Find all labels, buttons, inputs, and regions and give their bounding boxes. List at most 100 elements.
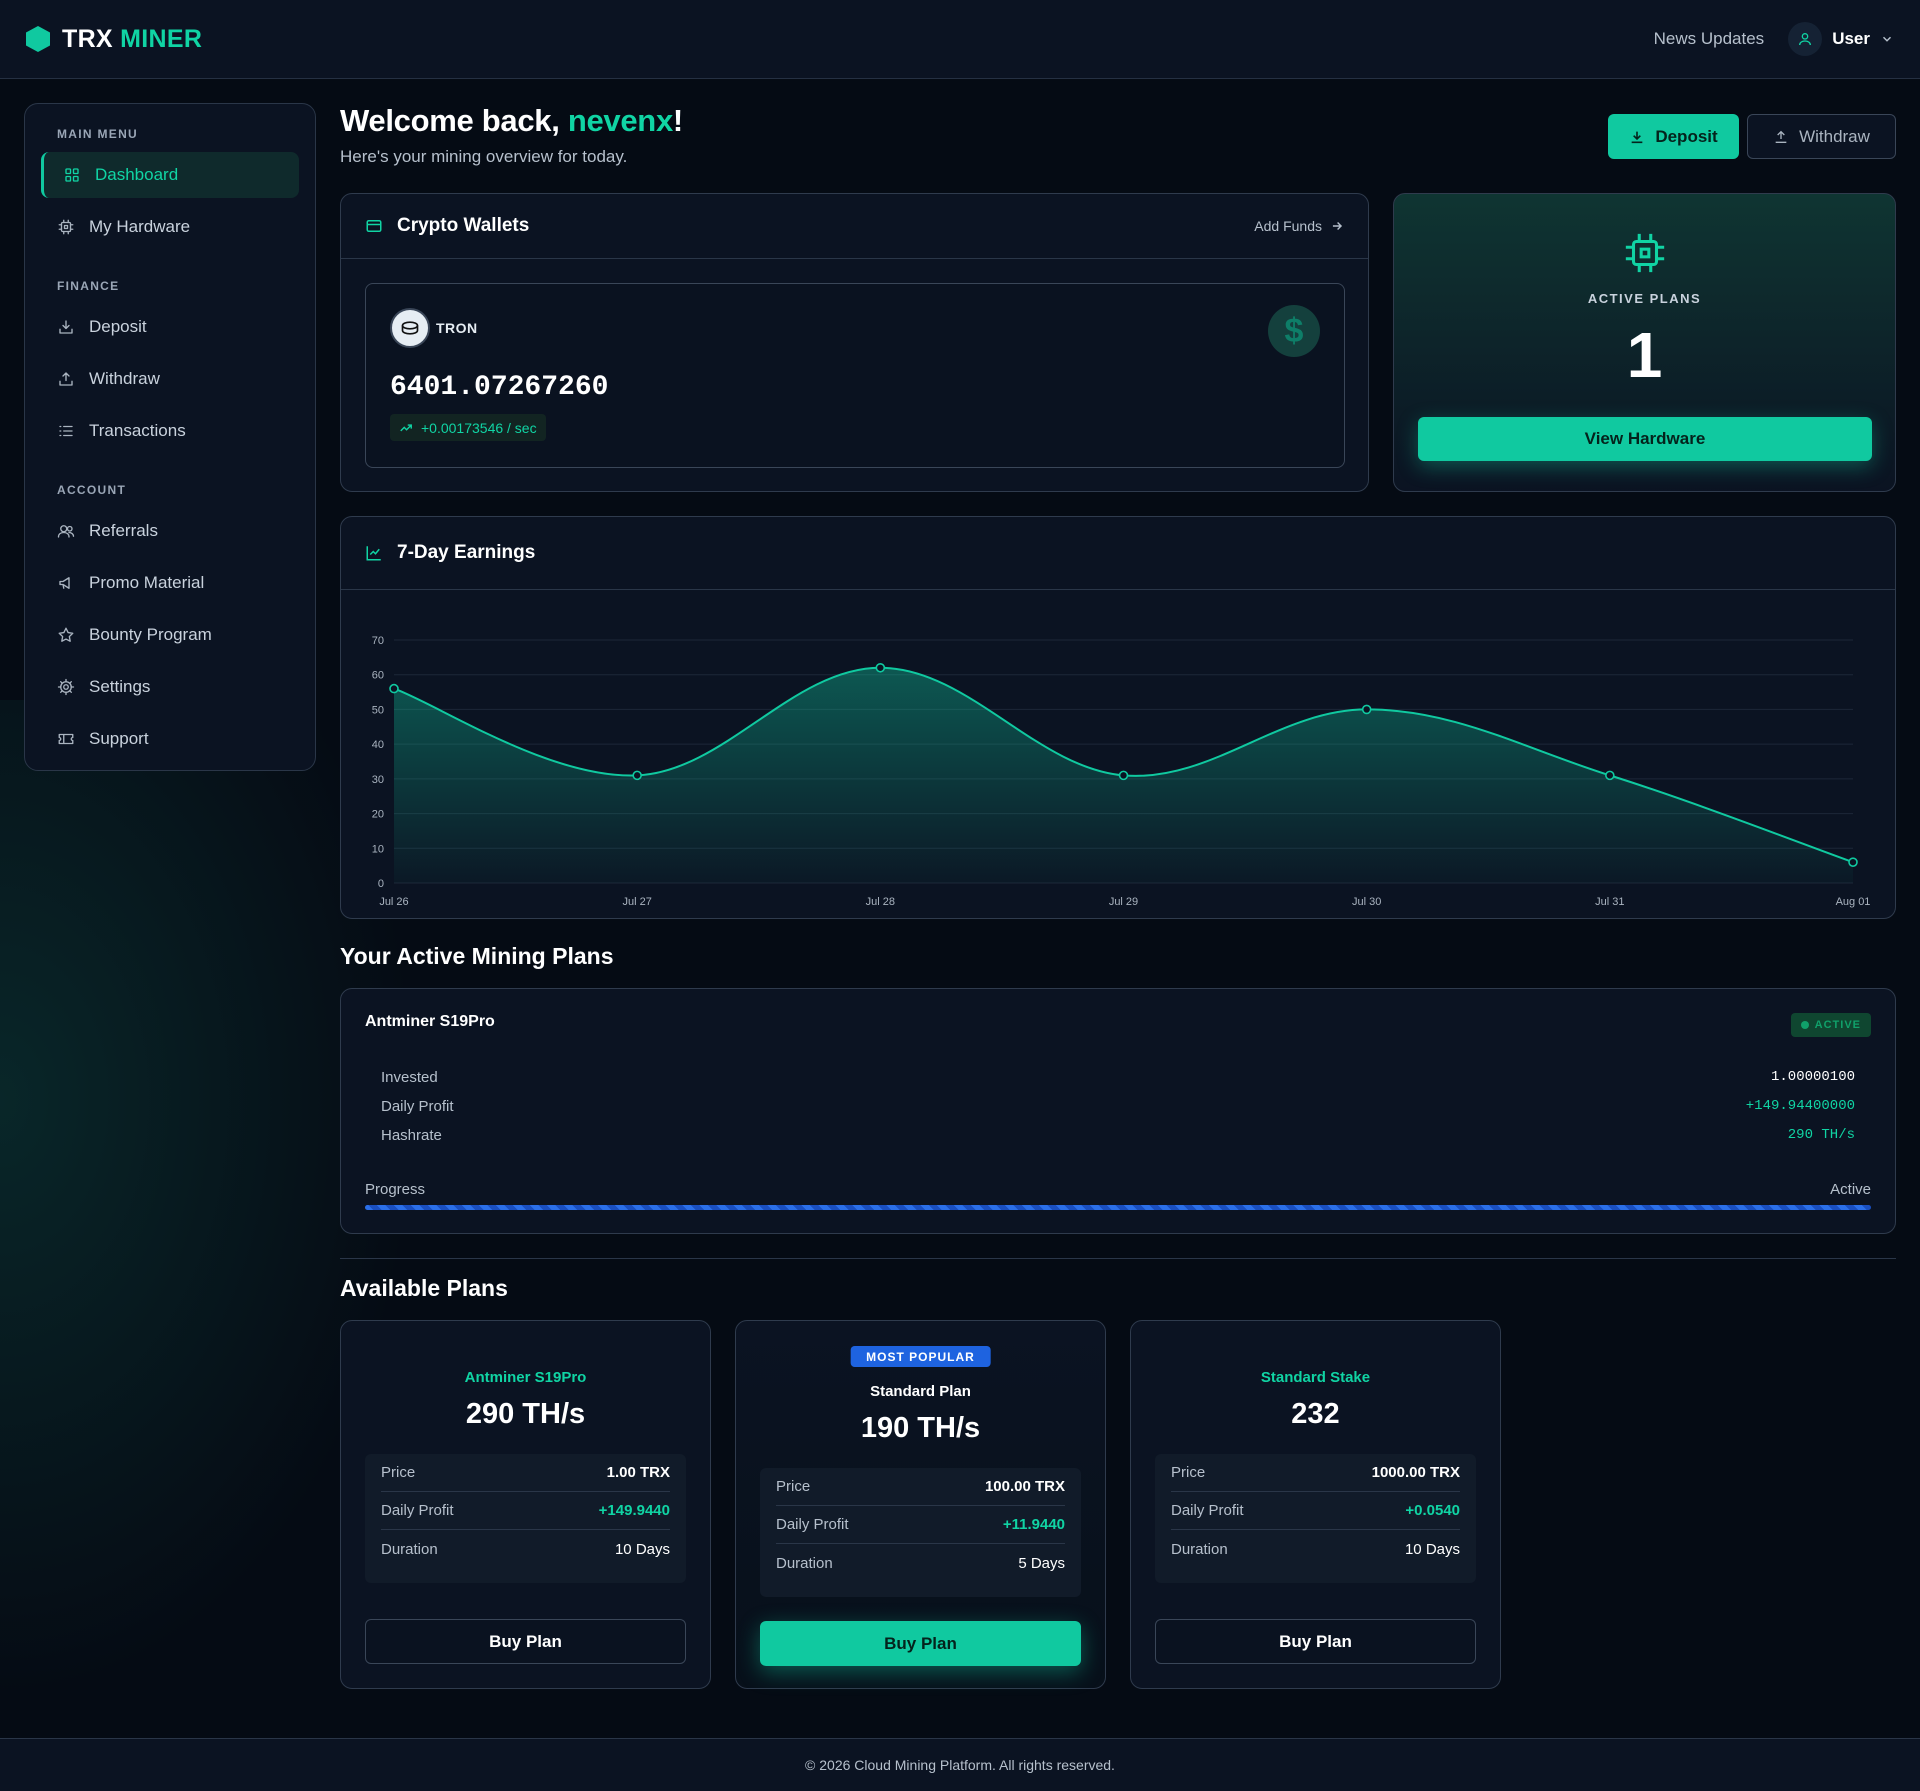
sidebar-item-transactions[interactable]: Transactions — [41, 408, 299, 454]
sidebar-item-referrals[interactable]: Referrals — [41, 508, 299, 554]
tron-coin-icon — [390, 308, 430, 348]
price-label: Price — [381, 1464, 416, 1481]
username: nevenx — [567, 103, 673, 138]
sidebar-item-withdraw[interactable]: Withdraw — [41, 356, 299, 402]
welcome-block: Welcome back, nevenx! Here's your mining… — [340, 103, 683, 167]
y-tick-label: 70 — [372, 635, 384, 647]
plan-daily-profit: +149.9440 — [598, 1502, 670, 1519]
add-funds-label: Add Funds — [1254, 218, 1322, 234]
page-subtitle: Here's your mining overview for today. — [340, 147, 628, 166]
upload-icon — [59, 372, 73, 386]
earnings-card: 7-Day Earnings 0 10 20 30 40 50 60 70 Jul 26 Jul … — [340, 516, 1896, 919]
download-icon — [1631, 131, 1643, 143]
crypto-wallets-card: Crypto Wallets Add Funds TRON $ 6401.072… — [340, 193, 1369, 492]
status-dot-icon — [1800, 1021, 1809, 1029]
sidebar-item-bounty-program[interactable]: Bounty Program — [41, 612, 299, 658]
detail-value: +149.94400000 — [1745, 1098, 1855, 1114]
chevron-down-icon — [1882, 36, 1892, 42]
y-tick-label: 50 — [372, 704, 384, 716]
plan-daily-profit: +0.0540 — [1405, 1502, 1460, 1519]
status-label: ACTIVE — [1814, 1019, 1861, 1031]
withdraw-button[interactable]: Withdraw — [1747, 114, 1896, 159]
sidebar-item-settings[interactable]: Settings — [41, 664, 299, 710]
mining-plan-card: Antminer S19Pro ACTIVE Invested 1.0000010… — [340, 988, 1896, 1234]
tron-wallet[interactable]: TRON $ 6401.07267260 +0.00173546 / sec — [365, 283, 1345, 468]
wallet-icon — [366, 220, 382, 232]
status-badge: ACTIVE — [1790, 1013, 1871, 1037]
earning-rate-badge: +0.00173546 / sec — [390, 414, 546, 441]
plan-details: Price 100.00 TRX Daily Profit +11.9440 Durat… — [760, 1468, 1081, 1597]
sidebar: MAIN MENU Dashboard My Hardware FINANCE Depo… — [24, 103, 316, 771]
user-menu[interactable]: User — [1788, 22, 1894, 56]
plan-price: 1000.00 TRX — [1371, 1464, 1460, 1481]
plan-duration: 5 Days — [1018, 1554, 1065, 1572]
plan-details: Price 1.00 TRX Daily Profit +149.9440 Durati… — [365, 1454, 686, 1583]
view-hardware-button[interactable]: View Hardware — [1418, 417, 1872, 461]
line-chart-icon — [366, 546, 381, 561]
deposit-label: Deposit — [1655, 126, 1718, 146]
brand-logo[interactable]: TRX MINER — [26, 25, 202, 54]
price-label: Price — [1171, 1464, 1206, 1481]
wallet-balance: 6401.07267260 — [390, 372, 609, 403]
plan-hashrate: 232 — [1291, 1398, 1340, 1430]
plan-details: Price 1000.00 TRX Daily Profit +0.0540 Durat… — [1155, 1454, 1476, 1583]
copyright-text: © 2026 Cloud Mining Platform. All rights… — [805, 1757, 1115, 1773]
plan-card: Antminer S19Pro 290 TH/s Price 1.00 TRX Dail… — [340, 1320, 711, 1689]
plan-name: Antminer S19Pro — [464, 1369, 587, 1386]
brand-name-white: TRX — [62, 24, 113, 53]
deposit-button[interactable]: Deposit — [1608, 114, 1739, 159]
mining-detail-row: Daily Profit +149.94400000 — [381, 1096, 1855, 1116]
sidebar-item-label: Settings — [89, 677, 151, 696]
cpu-icon — [58, 219, 74, 235]
plan-hashrate: 190 TH/s — [860, 1412, 981, 1444]
news-updates-link[interactable]: News Updates — [1654, 29, 1765, 49]
hexagon-logo-icon — [26, 26, 50, 52]
sidebar-item-dashboard[interactable]: Dashboard — [41, 152, 299, 198]
active-plans-count: 1 — [1626, 319, 1663, 391]
plan-name: Standard Stake — [1260, 1369, 1371, 1386]
plan-daily-profit: +11.9440 — [1002, 1516, 1065, 1533]
plan-hashrate: 290 TH/s — [465, 1398, 586, 1430]
mining-detail-row: Invested 1.00000100 — [381, 1067, 1855, 1087]
ticket-icon — [58, 733, 74, 745]
sidebar-item-label: Promo Material — [89, 573, 205, 592]
grid-icon — [65, 168, 79, 182]
user-avatar-icon — [1788, 22, 1823, 56]
data-point — [1118, 770, 1129, 781]
footer: © 2026 Cloud Mining Platform. All rights… — [0, 1738, 1920, 1791]
upload-icon — [1775, 130, 1787, 143]
coin-name: TRON — [436, 320, 478, 336]
data-point — [1605, 770, 1615, 781]
sidebar-item-deposit[interactable]: Deposit — [41, 304, 299, 350]
active-mining-title: Your Active Mining Plans — [340, 943, 614, 969]
mining-plan-name: Antminer S19Pro — [365, 1013, 495, 1030]
buy-plan-button[interactable]: Buy Plan — [365, 1619, 686, 1664]
data-point — [389, 683, 399, 694]
list-icon — [59, 425, 73, 437]
plan-card: MOST POPULAR Standard Plan 190 TH/s Price 10… — [735, 1320, 1106, 1689]
data-point — [1848, 857, 1858, 867]
add-funds-link[interactable]: Add Funds — [1254, 218, 1344, 234]
sidebar-item-support[interactable]: Support — [41, 716, 299, 762]
x-tick-label: Jul 31 — [1595, 896, 1624, 908]
buy-plan-button[interactable]: Buy Plan — [1155, 1619, 1476, 1664]
y-tick-label: 0 — [378, 878, 384, 890]
sidebar-item-label: Transactions — [89, 421, 186, 440]
plan-duration: 10 Days — [614, 1540, 670, 1558]
sidebar-item-label: Withdraw — [89, 369, 160, 388]
welcome-suffix: ! — [672, 103, 683, 138]
sidebar-section-title: MAIN MENU — [57, 127, 139, 141]
y-tick-label: 10 — [372, 843, 384, 855]
detail-label: Daily Profit — [381, 1097, 454, 1115]
earning-rate: +0.00173546 / sec — [421, 419, 537, 436]
detail-label: Invested — [381, 1068, 438, 1086]
buy-plan-button[interactable]: Buy Plan — [760, 1621, 1081, 1666]
most-popular-badge: MOST POPULAR — [850, 1346, 991, 1367]
data-point — [632, 770, 642, 781]
sidebar-section-title: FINANCE — [57, 279, 120, 293]
wallets-title: Crypto Wallets — [397, 215, 530, 236]
sidebar-item-promo-material[interactable]: Promo Material — [41, 560, 299, 606]
earnings-chart: 0 10 20 30 40 50 60 70 Jul 26 Jul 27 Jul 28 Jul 29 J… — [372, 635, 1871, 908]
sidebar-item-my-hardware[interactable]: My Hardware — [41, 204, 299, 250]
trending-up-icon — [400, 423, 412, 431]
